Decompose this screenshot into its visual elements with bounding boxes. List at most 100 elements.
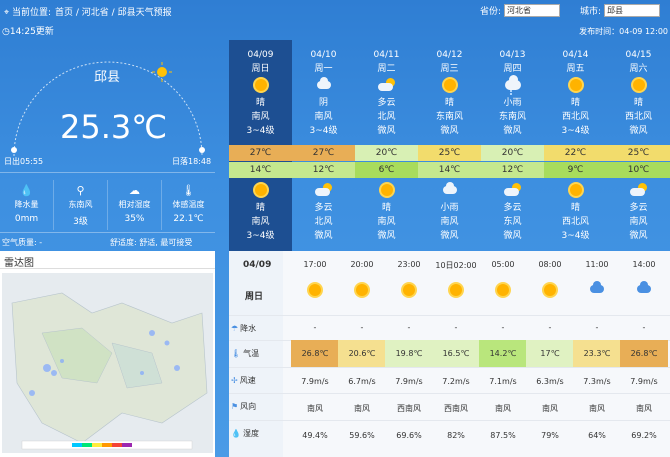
forecast-day[interactable]: 04/13 周四 小雨 东南风 微风 20℃ 12℃ 多云 东风 微风 xyxy=(481,40,544,251)
night-icon-wrap xyxy=(355,179,418,201)
breadcrumb-home[interactable]: 首页 xyxy=(55,8,73,18)
day-weekday: 周二 xyxy=(377,64,396,74)
hour-icon-wrap xyxy=(577,280,617,294)
high-temp: 20℃ xyxy=(481,145,544,161)
hour-temp: 19.8℃ xyxy=(385,340,433,367)
day-wind-direction: 东南风 xyxy=(435,112,463,122)
night-wind-direction: 南风 xyxy=(251,217,270,227)
night-wind-level: 微风 xyxy=(503,231,522,241)
day-icon-wrap xyxy=(544,74,607,96)
night-wind-direction: 北风 xyxy=(314,217,333,227)
breadcrumb-province[interactable]: 河北省 xyxy=(82,8,109,18)
row-label-text: 降水 xyxy=(240,324,257,333)
province-select[interactable]: 河北省 xyxy=(504,4,561,17)
hour-precip: - xyxy=(454,323,458,332)
hourly-weekday: 周日 xyxy=(245,292,264,302)
hour-sun-icon xyxy=(356,284,368,296)
night-wind-direction: 南风 xyxy=(440,217,459,227)
low-temp: 12℃ xyxy=(292,162,355,178)
day-sun-icon xyxy=(632,79,645,91)
night-icon-wrap xyxy=(544,179,607,201)
forecast-day[interactable]: 04/10 周一阴南风 3~4级 27℃ 12℃ 多云 北风 微风 xyxy=(292,40,355,251)
day-wind-direction: 南风 xyxy=(314,112,333,122)
breadcrumb-current: 邱县天气预报 xyxy=(117,7,172,18)
hour-humidity: 64% xyxy=(588,431,606,440)
high-temp: 27℃ xyxy=(229,145,292,161)
comfort-index: 舒适度: 舒适, 最可接受 xyxy=(110,238,193,247)
stat-precip: 💧 降水量 0mm xyxy=(0,180,54,230)
hour-wind-direction: 南风 xyxy=(307,404,323,413)
day-weather: 阴 xyxy=(318,98,328,108)
day-date: 04/13 xyxy=(499,50,526,60)
day-wind-direction: 东南风 xyxy=(498,112,526,122)
hour-temp: 14.2℃ xyxy=(479,340,527,367)
hour-precip: - xyxy=(595,323,599,332)
forecast-day[interactable]: 04/14 周五晴西北风 3~4级 22℃ 9℃ 晴西北风 3~4级 xyxy=(544,40,607,251)
night-partly-cloudy-icon xyxy=(503,183,522,197)
hour-precip: - xyxy=(548,323,552,332)
forecast-day[interactable]: 04/11 周二 多云 北风 微风 20℃ 6℃ 晴南风 微风 xyxy=(355,40,418,251)
row-divider xyxy=(229,420,670,421)
location-prefix: ⌖ 当前位置: xyxy=(4,7,51,18)
hour-wind-direction: 南风 xyxy=(354,404,370,413)
update-time: ◷14:25更新 xyxy=(2,27,54,37)
row-divider xyxy=(229,315,670,316)
hour-precip: - xyxy=(360,323,364,332)
day-date: 04/15 xyxy=(625,50,652,60)
day-icon-wrap xyxy=(355,74,418,96)
hour-precip: - xyxy=(501,323,505,332)
night-wind-direction: 西北风 xyxy=(561,217,589,227)
hour-precip: - xyxy=(642,323,646,332)
hourly-date: 04/09 xyxy=(243,260,272,270)
forecast-day[interactable]: 04/12 周三晴东南风 微风 25℃ 14℃ 小雨 南风 微风 xyxy=(418,40,481,251)
hour-wind-speed: 7.9m/s xyxy=(301,377,329,386)
hour-wind-speed: 7.3m/s xyxy=(583,377,611,386)
day-wind-direction: 西北风 xyxy=(561,112,589,122)
day-wind-level: 微风 xyxy=(503,126,522,136)
hour-humidity: 82% xyxy=(447,431,465,440)
row-label-text: 风速 xyxy=(239,376,256,385)
hour-icon-wrap xyxy=(342,284,382,296)
day-wind-level: 微风 xyxy=(440,126,459,136)
radar-panel: 雷达图 xyxy=(0,251,215,457)
forecast-day[interactable]: 04/09 周日晴南风 3~4级 27℃ 14℃ 晴南风 3~4级 xyxy=(229,40,292,251)
hour-wind-speed: 7.1m/s xyxy=(489,377,517,386)
humidity-icon: ☁ xyxy=(129,184,140,197)
day-rain-icon xyxy=(504,75,521,93)
hour-icon-wrap xyxy=(389,284,429,296)
day-weather: 多云 xyxy=(377,98,396,108)
day-partly-cloudy-icon xyxy=(377,78,396,92)
hour-precip: - xyxy=(313,323,317,332)
night-wind-level: 微风 xyxy=(629,231,648,241)
hour-time: 14:00 xyxy=(632,260,656,269)
night-weather: 晴 xyxy=(255,203,265,213)
city-select[interactable]: 邱县 xyxy=(604,4,661,17)
low-temp: 6℃ xyxy=(355,162,418,178)
night-icon-wrap xyxy=(418,179,481,201)
night-wind-direction: 南风 xyxy=(629,217,648,227)
radar-map[interactable] xyxy=(2,273,213,453)
high-temp: 20℃ xyxy=(355,145,418,161)
day-sun-icon xyxy=(569,79,582,91)
hour-wind-speed: 7.9m/s xyxy=(630,377,658,386)
day-icon-wrap xyxy=(607,74,670,96)
hour-wind-direction: 南风 xyxy=(542,404,558,413)
current-temperature: 25.3℃ xyxy=(60,108,168,146)
low-temp: 14℃ xyxy=(418,162,481,178)
forecast-day[interactable]: 04/15 周六晴西北风 微风 25℃ 10℃ 多云 南风 微风 xyxy=(607,40,670,251)
hour-wind-direction: 西南风 xyxy=(444,404,468,413)
day-wind-direction: 北风 xyxy=(377,112,396,122)
night-wind-level: 微风 xyxy=(377,231,396,241)
night-weather: 晴 xyxy=(570,203,580,213)
row-label-wind-dir: ⚑ 风向 xyxy=(231,401,256,412)
day-date: 04/10 xyxy=(310,50,337,60)
night-section: 多云 北风 微风 xyxy=(292,177,355,243)
high-temp: 27℃ xyxy=(292,145,355,161)
day-icon-wrap xyxy=(418,74,481,96)
night-weather: 多云 xyxy=(314,203,333,213)
night-icon-wrap xyxy=(292,179,355,201)
hour-temp: 26.8℃ xyxy=(620,340,668,367)
night-sun-icon xyxy=(380,184,393,196)
row-label-precip: ☂ 降水 xyxy=(231,323,256,334)
day-weather: 小雨 xyxy=(503,98,522,108)
